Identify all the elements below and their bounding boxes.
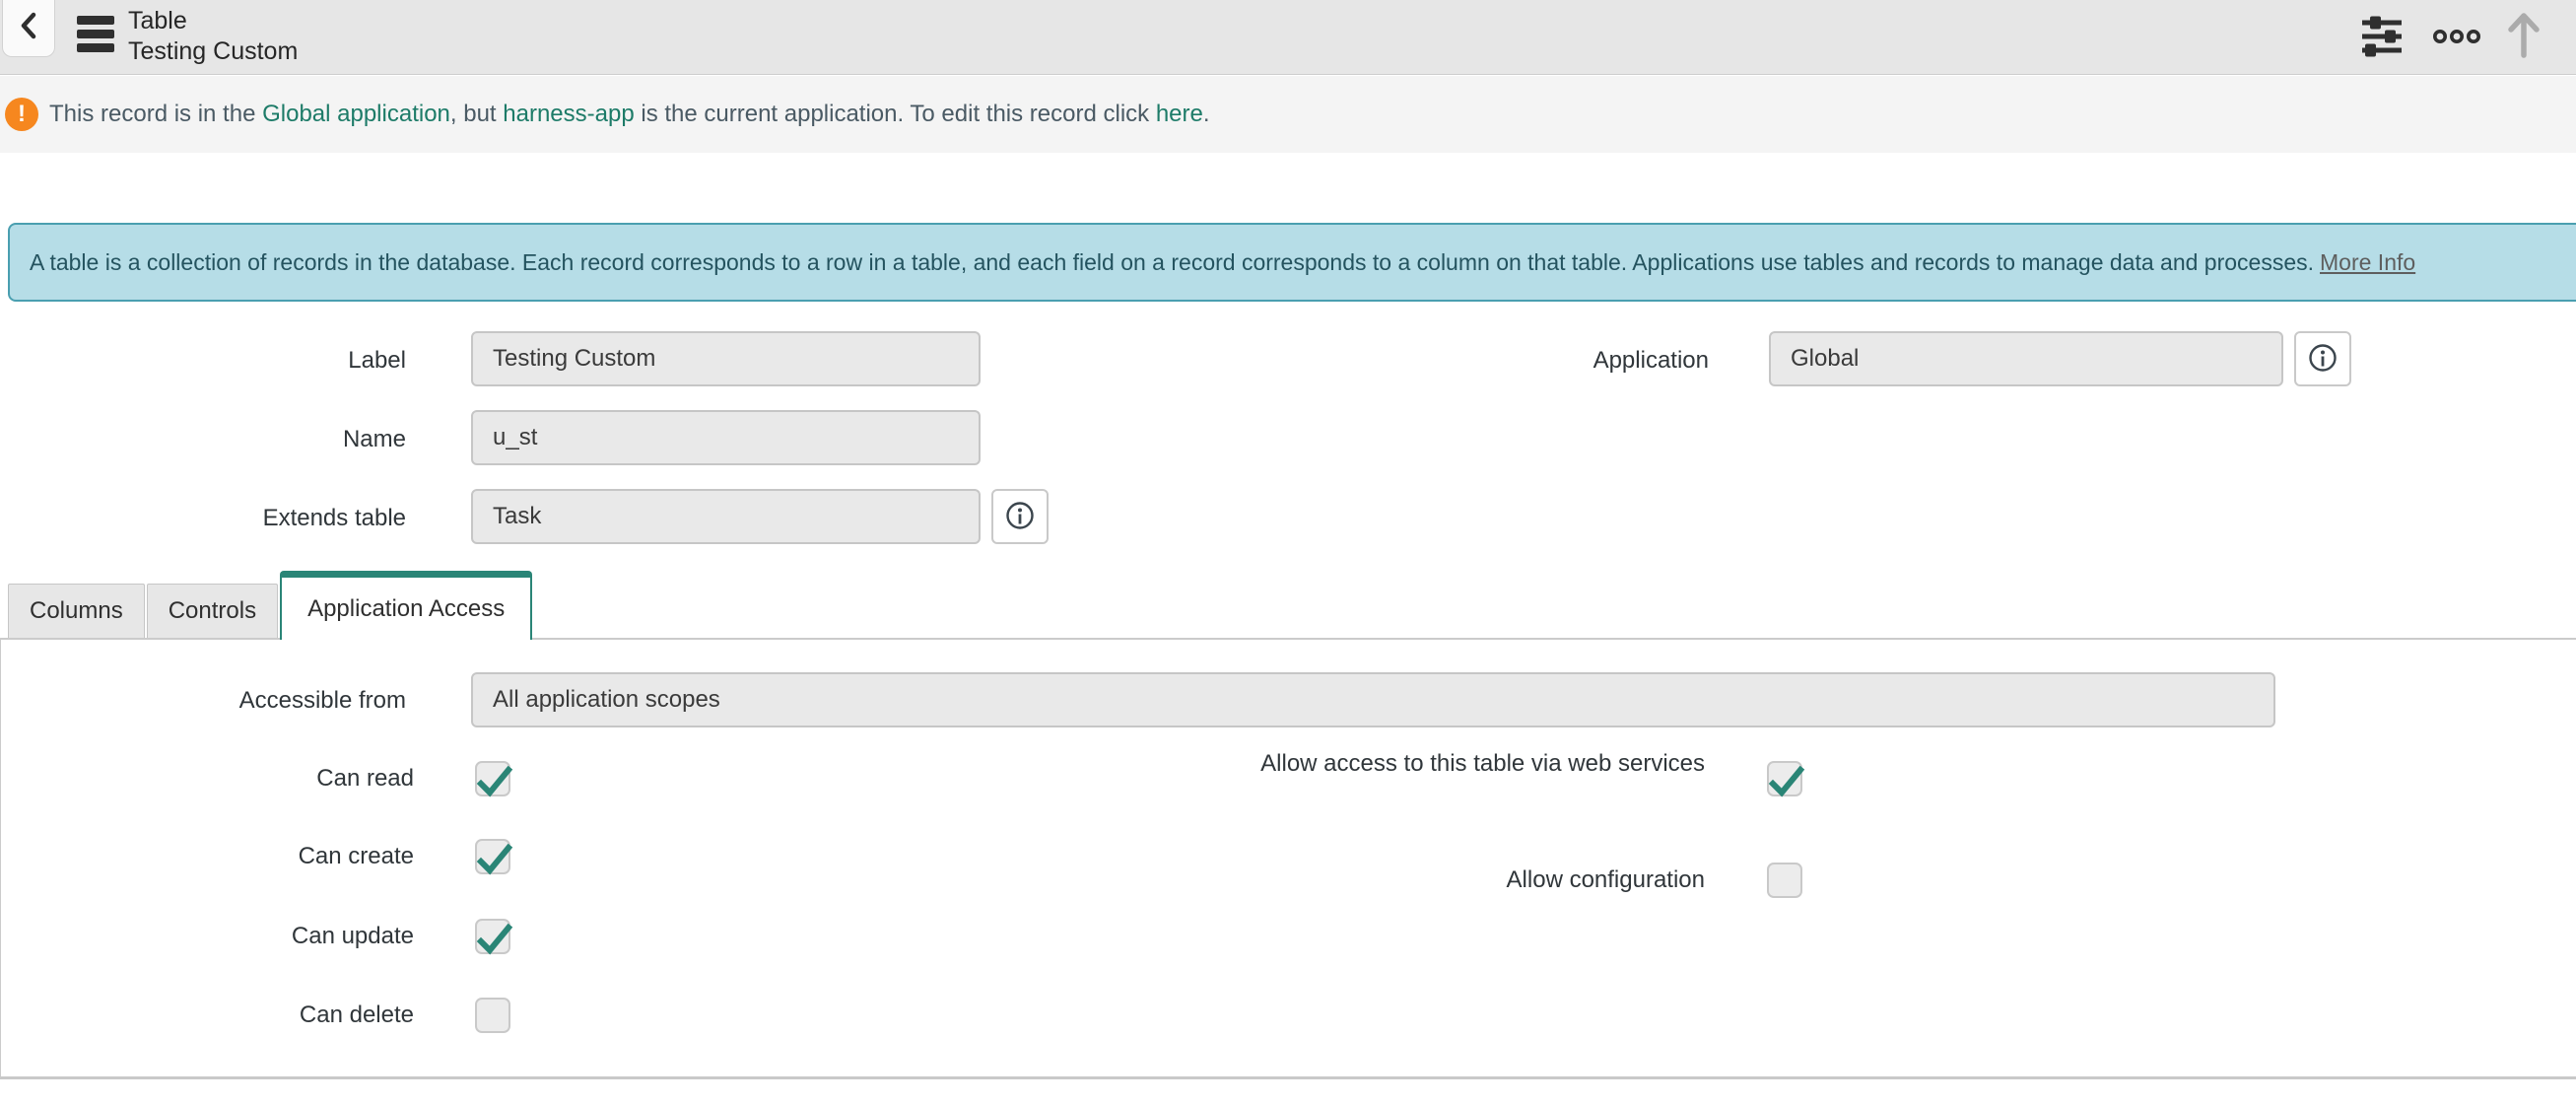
table-record-page: { "header": { "title": "Table", "subtitl… <box>0 0 2576 1106</box>
allow-web-services-label: Allow access to this table via web servi… <box>1242 746 1705 782</box>
warning-text-suffix: . <box>1203 101 1210 127</box>
can-create-checkbox[interactable] <box>475 839 510 874</box>
current-application-link[interactable]: harness-app <box>503 101 634 127</box>
application-field-label: Application <box>1380 346 1709 376</box>
warning-text-mid1: , but <box>450 101 503 127</box>
can-read-checkbox[interactable] <box>475 761 510 796</box>
scope-warning-text: This record is in the Global application… <box>49 101 1210 128</box>
arrow-up-icon <box>2504 46 2543 61</box>
can-delete-checkbox[interactable] <box>475 998 510 1033</box>
page-title: Table <box>128 6 298 36</box>
can-delete-label: Can delete <box>0 1001 414 1030</box>
info-circle-icon <box>1004 500 1036 534</box>
tab-controls[interactable]: Controls <box>147 584 278 638</box>
scroll-to-top-button[interactable] <box>2501 6 2546 65</box>
back-button[interactable] <box>2 0 55 57</box>
chevron-left-icon <box>18 11 39 45</box>
can-update-checkbox[interactable] <box>475 919 510 954</box>
can-read-label: Can read <box>0 764 414 794</box>
menu-hamburger-icon[interactable] <box>77 16 114 59</box>
edit-here-link[interactable]: here <box>1156 101 1203 127</box>
extends-table-label: Extends table <box>0 504 406 533</box>
can-update-label: Can update <box>0 922 414 951</box>
more-info-link[interactable]: More Info <box>2320 249 2415 276</box>
name-field-input[interactable]: u_st <box>471 410 981 465</box>
global-application-link[interactable]: Global application <box>262 101 450 127</box>
extends-table-info-button[interactable] <box>991 489 1049 544</box>
warning-text-mid2: is the current application. To edit this… <box>635 101 1156 127</box>
allow-web-services-checkbox[interactable] <box>1767 761 1802 796</box>
tab-application-access[interactable]: Application Access <box>280 571 532 640</box>
label-field-input[interactable]: Testing Custom <box>471 331 981 386</box>
warning-text-prefix: This record is in the <box>49 101 262 127</box>
name-field-label: Name <box>0 425 406 454</box>
allow-configuration-checkbox[interactable] <box>1767 863 1802 898</box>
allow-configuration-label: Allow configuration <box>1242 865 1705 895</box>
can-create-label: Can create <box>0 842 414 871</box>
application-info-button[interactable] <box>2294 331 2351 386</box>
app-header: Table Testing Custom <box>0 0 2576 75</box>
sliders-icon <box>2360 47 2404 62</box>
table-info-banner: A table is a collection of records in th… <box>8 223 2576 302</box>
ellipsis-icon <box>2432 34 2481 48</box>
accessible-from-select[interactable]: All application scopes <box>471 672 2275 727</box>
banner-text: A table is a collection of records in th… <box>30 249 2314 276</box>
warning-icon: ! <box>5 98 38 131</box>
accessible-from-label: Accessible from <box>0 686 406 716</box>
page-subtitle: Testing Custom <box>128 36 298 67</box>
scope-warning-bar: ! This record is in the Global applicati… <box>0 76 2576 153</box>
application-field-input[interactable]: Global <box>1769 331 2283 386</box>
tab-columns[interactable]: Columns <box>8 584 145 638</box>
personalize-form-button[interactable] <box>2357 12 2407 63</box>
info-circle-icon <box>2307 342 2339 377</box>
extends-table-input[interactable]: Task <box>471 489 981 544</box>
record-tabs: Columns Controls Application Access <box>8 571 532 640</box>
label-field-label: Label <box>0 346 406 376</box>
more-options-button[interactable] <box>2430 20 2483 55</box>
page-title-block: Table Testing Custom <box>128 6 298 67</box>
